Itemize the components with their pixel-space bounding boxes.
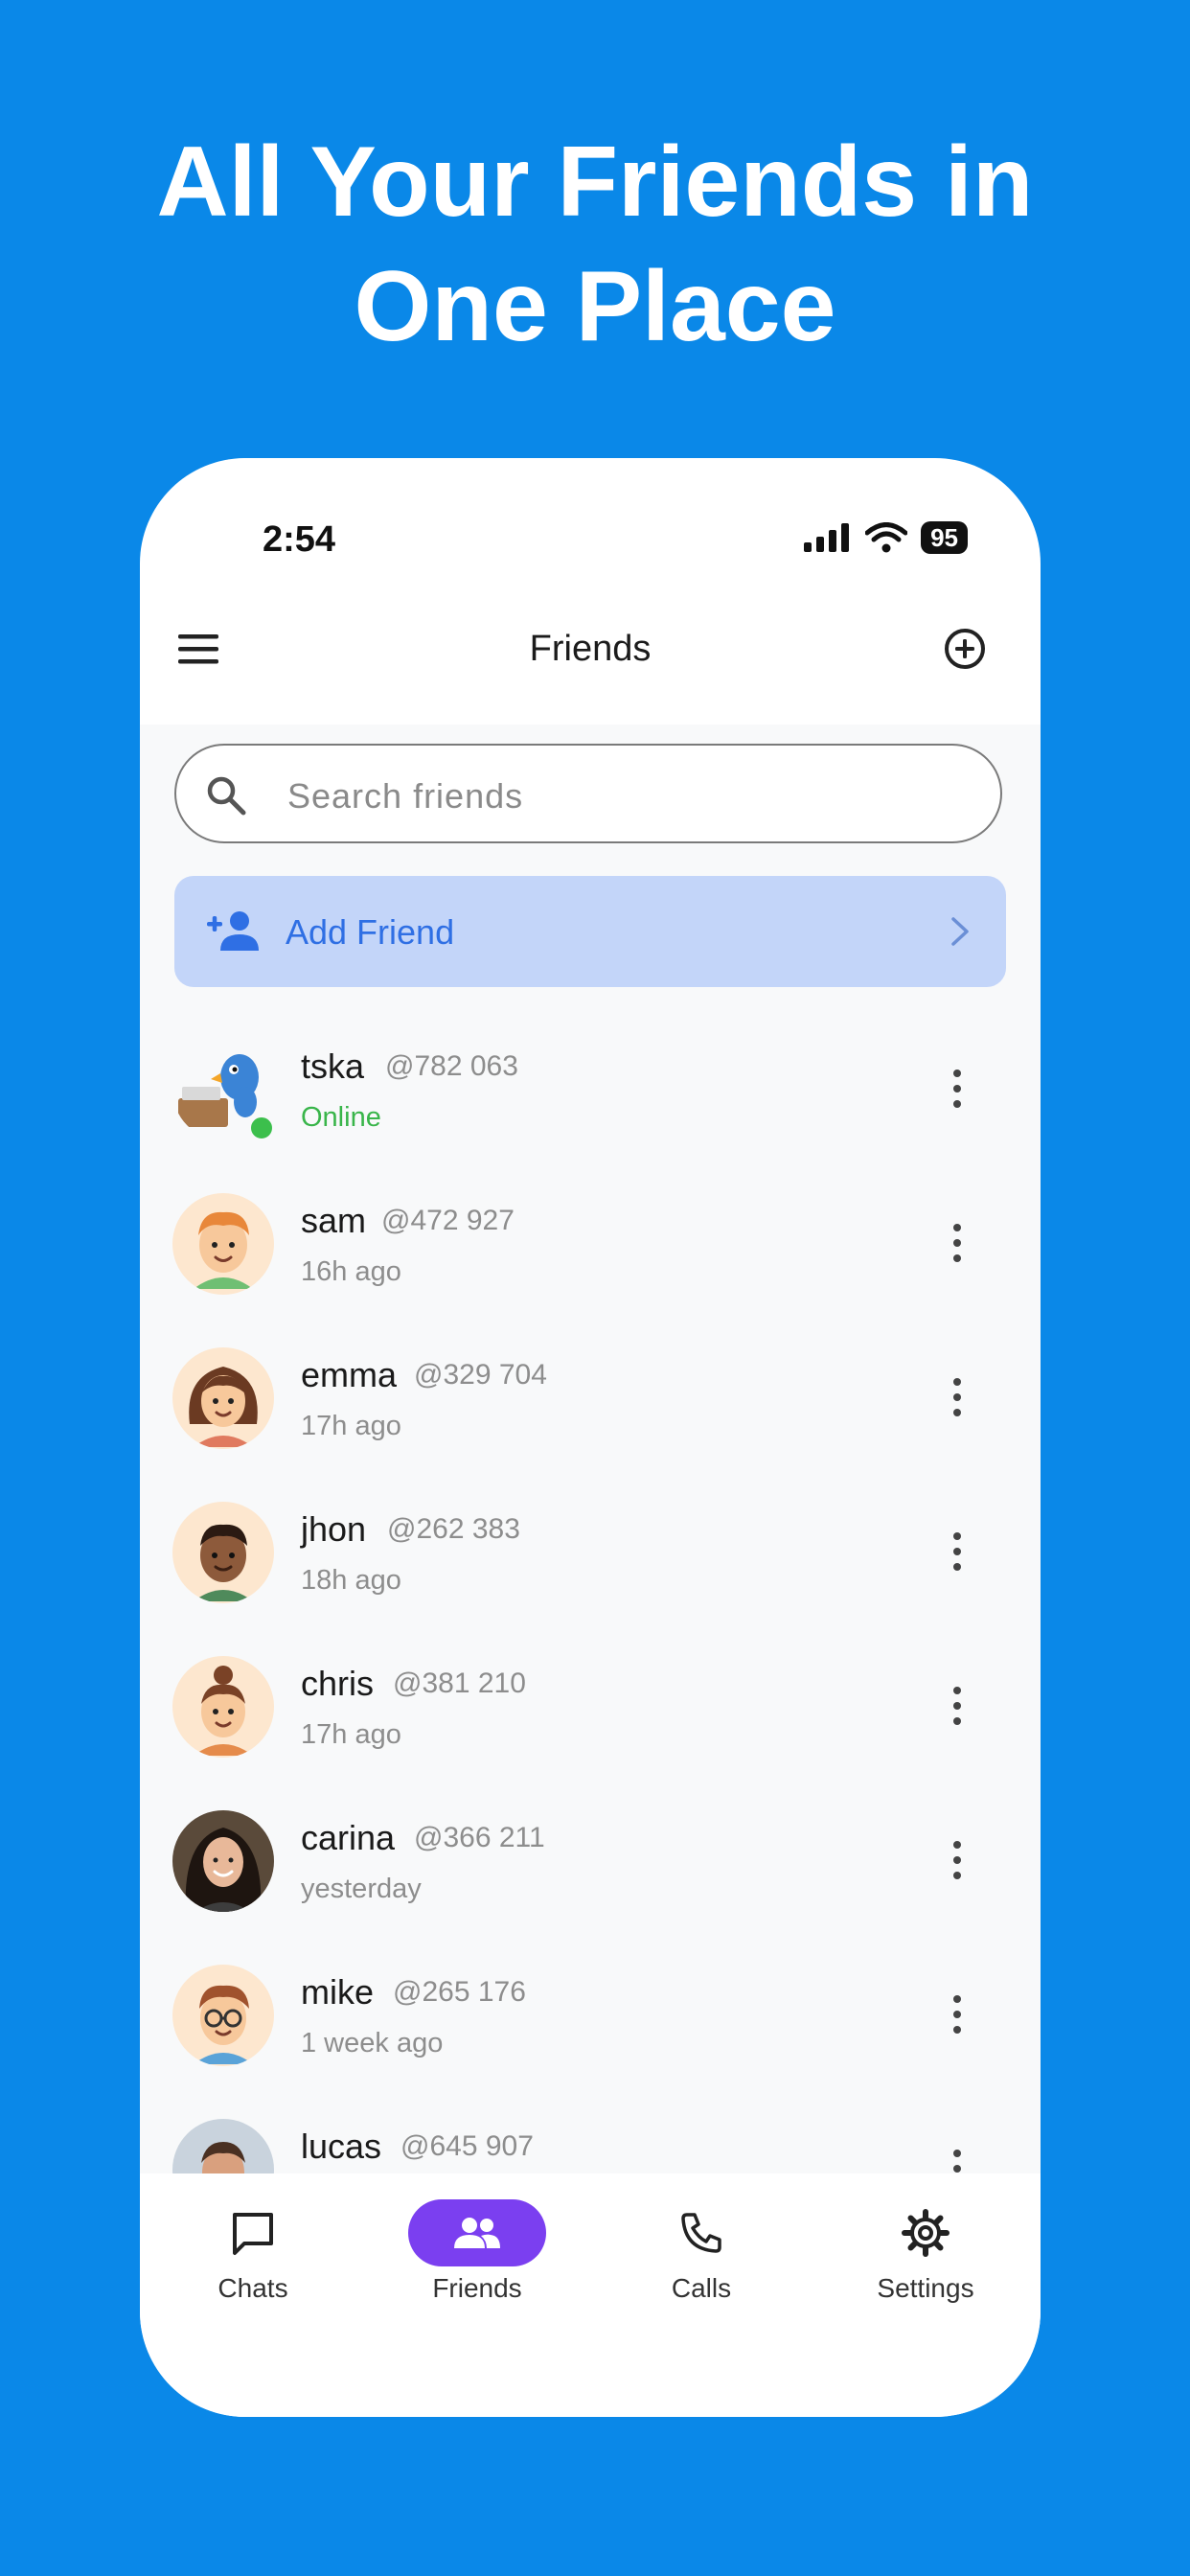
more-options-icon[interactable] xyxy=(952,1068,962,1110)
friend-status: Online xyxy=(301,1102,381,1133)
add-friend-button[interactable]: Add Friend xyxy=(174,876,1006,987)
list-item[interactable]: carina @366 211 yesterday xyxy=(140,1793,1041,1947)
active-tab-indicator xyxy=(408,2199,546,2266)
tab-calls-label: Calls xyxy=(671,2273,732,2303)
more-options-icon[interactable] xyxy=(952,1839,962,1881)
gear-icon xyxy=(902,2209,950,2257)
friend-handle: @265 176 xyxy=(393,1976,526,2008)
add-circle-icon[interactable] xyxy=(943,627,987,671)
chevron-right-icon xyxy=(951,917,969,946)
phone-frame: 2:54 95 Friends Search friends Add Frien… xyxy=(140,458,1041,2417)
friend-name: jhon xyxy=(301,1509,367,1549)
man-avatar-icon xyxy=(172,1502,274,1603)
friend-last-seen: 16h ago xyxy=(301,1256,401,1287)
friend-last-seen: yesterday xyxy=(301,1874,422,1904)
tab-friends[interactable]: Friends xyxy=(381,2199,573,2304)
friend-handle: @366 211 xyxy=(414,1822,545,1853)
tab-calls[interactable]: Calls xyxy=(606,2202,797,2304)
app-bar: Friends xyxy=(140,602,1041,698)
more-options-icon[interactable] xyxy=(952,1376,962,1418)
search-placeholder: Search friends xyxy=(287,776,524,816)
friend-handle: @645 907 xyxy=(400,2130,534,2162)
signal-icon xyxy=(804,523,850,552)
friend-handle: @381 210 xyxy=(393,1668,526,1699)
friends-content: Search friends Add Friend tska @782 063 … xyxy=(140,724,1041,2174)
search-icon xyxy=(207,776,246,816)
list-item[interactable]: lucas @645 907 xyxy=(140,2102,1041,2174)
friend-name: lucas xyxy=(301,2127,382,2166)
tab-chats-label: Chats xyxy=(217,2273,288,2303)
more-options-icon[interactable] xyxy=(952,2148,962,2174)
friend-last-seen: 1 week ago xyxy=(301,2028,444,2058)
headline-line-1: All Your Friends in xyxy=(156,126,1034,238)
friend-handle: @262 383 xyxy=(387,1513,520,1545)
friends-icon xyxy=(454,2218,500,2248)
friend-name: chris xyxy=(301,1664,375,1703)
more-options-icon[interactable] xyxy=(952,1530,962,1573)
friend-name: mike xyxy=(301,1972,375,2012)
online-indicator xyxy=(247,1114,276,1142)
tab-settings-label: Settings xyxy=(877,2273,974,2303)
tab-settings[interactable]: Settings xyxy=(830,2202,1021,2304)
friend-last-seen: 18h ago xyxy=(301,1565,401,1596)
list-item[interactable]: chris @381 210 17h ago xyxy=(140,1639,1041,1793)
headline: All Your Friends in One Place xyxy=(0,120,1190,369)
photo-avatar-icon xyxy=(172,2119,274,2174)
tab-friends-label: Friends xyxy=(432,2273,522,2303)
more-options-icon[interactable] xyxy=(952,1685,962,1727)
search-input[interactable]: Search friends xyxy=(174,744,1002,843)
more-options-icon[interactable] xyxy=(952,1222,962,1264)
list-item[interactable]: mike @265 176 1 week ago xyxy=(140,1947,1041,2102)
friend-handle: @329 704 xyxy=(414,1359,547,1391)
boy-avatar-icon xyxy=(172,1193,274,1295)
friend-name: tska xyxy=(301,1046,365,1086)
more-options-icon[interactable] xyxy=(952,1993,962,2036)
chat-icon xyxy=(233,2213,273,2255)
status-icons: 95 xyxy=(804,521,968,554)
friend-last-seen: 17h ago xyxy=(301,1719,401,1750)
person-add-icon xyxy=(207,911,259,951)
add-friend-label: Add Friend xyxy=(286,912,455,952)
status-time: 2:54 xyxy=(263,519,336,560)
tab-chats[interactable]: Chats xyxy=(157,2202,349,2304)
list-item[interactable]: tska @782 063 Online xyxy=(140,1022,1041,1176)
bottom-navigation: Chats Friends Calls Settings xyxy=(140,2174,1041,2417)
status-bar: 2:54 95 xyxy=(140,458,1041,564)
list-item[interactable]: sam @472 927 16h ago xyxy=(140,1176,1041,1330)
friend-name: emma xyxy=(301,1355,398,1394)
friend-name: sam xyxy=(301,1201,367,1240)
girl-avatar-icon xyxy=(172,1347,274,1449)
friend-last-seen: 17h ago xyxy=(301,1411,401,1441)
wifi-icon xyxy=(865,522,908,553)
friend-handle: @782 063 xyxy=(385,1050,518,1082)
friend-handle: @472 927 xyxy=(381,1205,515,1236)
phone-icon xyxy=(681,2213,721,2253)
battery-indicator: 95 xyxy=(921,521,968,554)
list-item[interactable]: emma @329 704 17h ago xyxy=(140,1330,1041,1484)
photo-avatar-icon xyxy=(172,1810,274,1912)
glasses-avatar-icon xyxy=(172,1965,274,2066)
list-item[interactable]: jhon @262 383 18h ago xyxy=(140,1484,1041,1639)
page-title: Friends xyxy=(529,629,652,669)
headline-line-2: One Place xyxy=(354,251,836,362)
bun-avatar-icon xyxy=(172,1656,274,1758)
friend-name: carina xyxy=(301,1818,396,1857)
